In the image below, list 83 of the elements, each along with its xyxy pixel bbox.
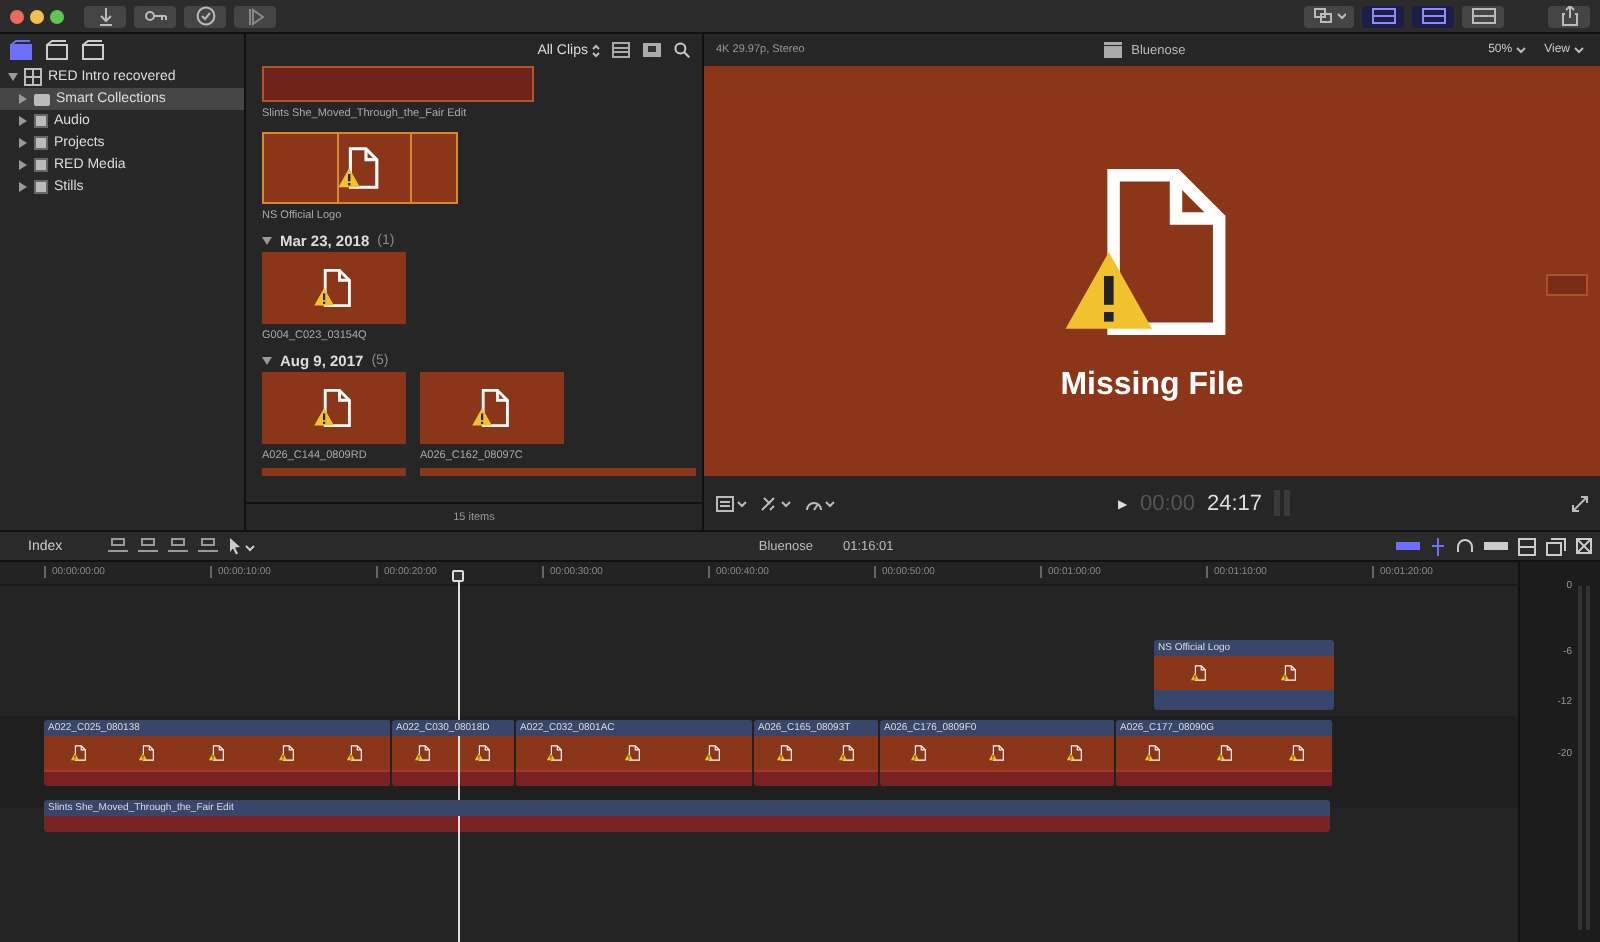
missing-file-icon (546, 744, 565, 762)
layout-icon (1371, 8, 1395, 24)
layout-icon (1421, 8, 1445, 24)
missing-file-icon (207, 744, 226, 762)
chevron-icon (1516, 46, 1527, 54)
layout-toggle[interactable] (1412, 5, 1454, 27)
keyword-button[interactable] (134, 5, 176, 27)
up-down-chevron-icon (592, 43, 600, 57)
overlay-marker (1546, 274, 1588, 296)
disclosure-triangle[interactable] (18, 94, 28, 104)
clip-edit-icon[interactable] (198, 538, 219, 554)
snapping-icon[interactable] (1430, 537, 1447, 555)
clip-edit-icon[interactable] (108, 538, 129, 554)
missing-file-icon (1066, 744, 1084, 762)
clip-thumbnail[interactable] (262, 132, 458, 204)
share-menu-button[interactable] (1304, 5, 1354, 27)
missing-file-icon (138, 744, 157, 762)
share-button[interactable] (1548, 5, 1590, 27)
disclosure-triangle[interactable] (18, 182, 28, 192)
close-icon[interactable] (1576, 538, 1593, 554)
missing-file-icon (413, 744, 432, 762)
timecode: 24:17 (1207, 491, 1263, 515)
missing-file-icon (703, 744, 722, 762)
missing-file-icon (346, 744, 365, 762)
clip-appearance-icon[interactable] (1518, 537, 1537, 555)
share-icon (1561, 6, 1577, 26)
missing-file-icon (1190, 664, 1208, 682)
close-button[interactable] (10, 9, 24, 23)
overlap-icon (1313, 8, 1345, 24)
clip-edit-icon[interactable] (168, 538, 189, 554)
analyze-button[interactable] (184, 5, 226, 27)
missing-file-icon (336, 144, 384, 192)
missing-file-icon (1143, 744, 1161, 762)
clip-thumbnail[interactable] (420, 372, 564, 444)
library-icon (24, 68, 42, 86)
layout-icon (1471, 8, 1495, 24)
clip-appearance-icon (642, 42, 662, 58)
layout-toggle[interactable] (1462, 5, 1504, 27)
missing-file-icon (988, 744, 1006, 762)
missing-file-icon (277, 744, 296, 762)
view-options-icon[interactable] (716, 495, 748, 511)
missing-file-icon (910, 744, 928, 762)
disclosure-triangle[interactable] (18, 160, 28, 170)
search-icon[interactable] (674, 42, 690, 58)
missing-file-icon (1287, 744, 1305, 762)
download-icon (97, 7, 113, 25)
missing-file-icon (474, 744, 493, 762)
disclosure-triangle[interactable] (8, 72, 18, 82)
layout-toggle[interactable] (1362, 5, 1404, 27)
clip-thumbnail[interactable] (262, 66, 534, 102)
missing-file-icon (470, 386, 514, 430)
disclosure-triangle[interactable] (18, 116, 28, 126)
missing-file-icon (776, 744, 794, 762)
missing-file-icon (69, 744, 88, 762)
speed-icon[interactable] (804, 495, 836, 511)
zoom-button[interactable] (50, 9, 64, 23)
missing-file-icon (838, 744, 856, 762)
transform-icon[interactable] (760, 495, 792, 511)
clip-thumbnail[interactable] (262, 252, 406, 324)
headphones-icon[interactable] (1456, 538, 1475, 554)
disclosure-triangle[interactable] (262, 355, 272, 365)
filmstrip-icon (612, 42, 630, 58)
clip-thumbnail[interactable] (262, 372, 406, 444)
key-icon (143, 10, 167, 22)
import-button[interactable] (84, 5, 126, 27)
missing-file-icon (1215, 744, 1233, 762)
fullscreen-icon[interactable] (1572, 495, 1588, 511)
minimize-button[interactable] (30, 9, 44, 23)
pointer-tool-icon[interactable] (228, 537, 257, 555)
missing-file-icon (1280, 664, 1298, 682)
background-tasks-button[interactable] (234, 5, 276, 27)
folder-icon (34, 93, 50, 105)
missing-file-message: Missing File (1060, 367, 1244, 403)
missing-file-icon (624, 744, 643, 762)
chevron-icon (1574, 46, 1584, 54)
window-icon[interactable] (1546, 537, 1567, 555)
missing-file-icon (312, 266, 356, 310)
play-icon (247, 7, 263, 25)
checkmark-icon (195, 6, 215, 26)
missing-file-icon (312, 386, 356, 430)
disclosure-triangle[interactable] (18, 138, 28, 148)
clip-edit-icon[interactable] (138, 538, 159, 554)
disclosure-triangle[interactable] (262, 235, 272, 245)
